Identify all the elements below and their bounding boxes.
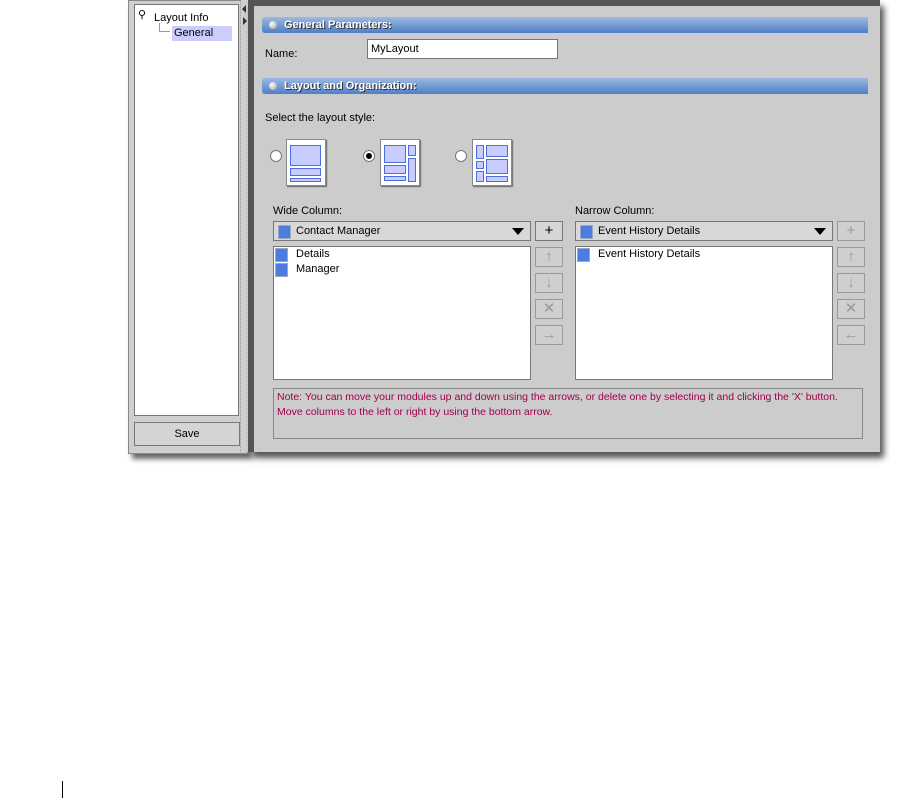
wide-add-button[interactable]: +: [535, 221, 563, 241]
wide-move-down-button[interactable]: ↓: [535, 273, 563, 293]
layout-style-1-radio[interactable]: [270, 150, 282, 162]
narrow-column-label: Narrow Column:: [575, 205, 655, 217]
layout-style-3-radio[interactable]: [455, 150, 467, 162]
module-icon: [580, 225, 593, 239]
wide-delete-button[interactable]: ✕: [535, 299, 563, 319]
margin-line: [62, 781, 63, 798]
navigation-panel: ⚲ Layout Info General Save: [128, 0, 248, 454]
list-item[interactable]: Event History Details: [576, 247, 832, 262]
tree-item-general[interactable]: General: [172, 26, 232, 41]
module-icon: [275, 248, 288, 262]
dropdown-arrow-icon[interactable]: [512, 228, 524, 235]
dropdown-arrow-icon[interactable]: [814, 228, 826, 235]
save-button[interactable]: Save: [134, 422, 240, 446]
narrow-move-down-button[interactable]: ↓: [837, 273, 865, 293]
help-note: Note: You can move your modules up and d…: [273, 388, 863, 439]
layout-style-2-radio[interactable]: [363, 150, 375, 162]
wide-column-list[interactable]: Details Manager: [273, 246, 531, 380]
list-item[interactable]: Details: [274, 247, 530, 262]
tree-connector: [159, 23, 170, 32]
narrow-column-module-select[interactable]: Event History Details: [575, 221, 833, 241]
combo-value: Event History Details: [598, 225, 701, 237]
wide-move-up-button[interactable]: ↑: [535, 247, 563, 267]
item-label: Details: [296, 248, 330, 260]
pin-icon: ⚲: [138, 9, 147, 21]
select-layout-label: Select the layout style:: [265, 112, 376, 124]
move-to-wide-button[interactable]: ←: [837, 325, 865, 345]
item-label: Manager: [296, 263, 340, 275]
move-to-narrow-button[interactable]: →: [535, 325, 563, 345]
module-icon: [275, 263, 288, 277]
general-parameters-header: General Parameters:: [262, 17, 868, 33]
layout-organization-header: Layout and Organization:: [262, 78, 868, 94]
module-icon: [577, 248, 590, 262]
item-label: Event History Details: [598, 248, 701, 260]
expand-right-icon[interactable]: [243, 17, 247, 25]
name-input[interactable]: [367, 39, 558, 59]
collapse-left-icon[interactable]: [242, 5, 246, 13]
layout-wide-narrow-icon: [380, 139, 420, 186]
main-panel: General Parameters: Name: Layout and Org…: [248, 0, 880, 452]
wide-column-module-select[interactable]: Contact Manager: [273, 221, 531, 241]
list-item[interactable]: Manager: [274, 262, 530, 277]
narrow-move-up-button[interactable]: ↑: [837, 247, 865, 267]
module-icon: [278, 225, 291, 239]
wide-column-label: Wide Column:: [273, 205, 343, 217]
narrow-delete-button[interactable]: ✕: [837, 299, 865, 319]
combo-value: Contact Manager: [296, 225, 381, 237]
name-label: Name:: [265, 48, 298, 60]
layout-single-column-icon: [286, 139, 326, 186]
layout-tree: ⚲ Layout Info General: [134, 4, 239, 416]
layout-narrow-wide-icon: [472, 139, 512, 186]
narrow-add-button[interactable]: +: [837, 221, 865, 241]
narrow-column-list[interactable]: Event History Details: [575, 246, 833, 380]
header-text: General Parameters:: [284, 19, 392, 31]
header-text: Layout and Organization:: [284, 80, 417, 92]
